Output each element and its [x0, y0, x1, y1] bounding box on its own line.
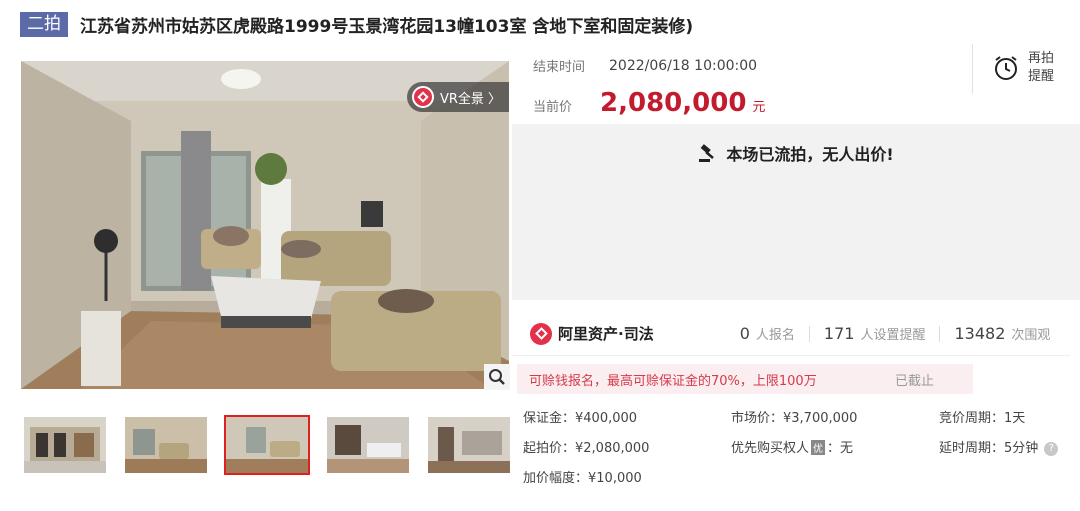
thumbnail-5[interactable]	[426, 415, 512, 475]
registrations-stat: 0 人报名	[740, 324, 795, 343]
thumbnail-2[interactable]	[123, 415, 209, 475]
main-photo[interactable]: VR全景 〉	[21, 61, 509, 389]
vr-logo-icon	[411, 86, 434, 108]
views-stat: 13482 次围观	[954, 324, 1050, 343]
start-price: 起拍价：¥2,080,000	[523, 441, 650, 456]
current-price-unit: 元	[752, 100, 766, 115]
deposit: 保证金：¥400,000	[523, 411, 638, 426]
property-title: 江苏省苏州市姑苏区虎殿路1999号玉景湾花园13幢103室 含地下室和固定装修)	[80, 16, 694, 37]
current-price-row: 当前价 2,080,000 元	[533, 88, 765, 118]
auction-info: 结束时间 2022/06/18 10:00:00 当前价 2,080,000 元…	[512, 44, 1070, 124]
thumbnail-1[interactable]	[22, 415, 108, 475]
platform-name: 阿里资产·司法	[558, 325, 654, 343]
end-time-value: 2022/06/18 10:00:00	[609, 57, 758, 74]
current-price-value: 2,080,000	[600, 88, 747, 118]
magnify-icon[interactable]	[484, 364, 510, 390]
auction-round-badge: 二拍	[20, 11, 68, 37]
thumbnail-3[interactable]	[224, 415, 310, 475]
auction-status: 本场已流拍，无人出价!	[512, 141, 1080, 165]
views-count: 13482	[954, 324, 1006, 343]
reminders-label: 人设置提醒	[860, 328, 926, 343]
reminders-stat: 171 人设置提醒	[824, 324, 926, 343]
registrations-label: 人报名	[755, 328, 795, 343]
status-text: 本场已流拍，无人出价!	[726, 145, 894, 164]
views-label: 次围观	[1011, 328, 1051, 343]
page-title: 二拍 江苏省苏州市姑苏区虎殿路1999号玉景湾花园13幢103室 含地下室和固定…	[20, 10, 693, 38]
divider	[972, 44, 973, 94]
gavel-icon	[699, 144, 715, 162]
stat-divider	[939, 325, 941, 342]
bid-period: 竞价周期：1天	[939, 411, 1026, 426]
remind-label-2: 提醒	[1028, 69, 1055, 84]
registrations-count: 0	[739, 324, 750, 343]
alibaba-asset-icon	[530, 322, 552, 345]
credit-deposit-notice[interactable]: 可赊钱报名，最高可赊保证金的70%，上限100万 已截止	[517, 364, 973, 394]
reminders-count: 171	[823, 324, 855, 343]
remind-text: 再拍 提醒	[1028, 50, 1054, 86]
end-time-label: 结束时间	[533, 60, 586, 75]
end-time-row: 结束时间 2022/06/18 10:00:00	[533, 56, 758, 76]
thumbnail-4[interactable]	[325, 415, 411, 475]
extension-period: 延时周期：5分钟?	[939, 437, 1059, 456]
relist-reminder-button[interactable]: 再拍 提醒	[992, 50, 1054, 86]
notice-status: 已截止	[895, 373, 935, 389]
notice-message: 可赊钱报名，最高可赊保证金的70%，上限100万	[529, 373, 817, 389]
thumbnail-strip	[22, 415, 527, 475]
priority-prefix: 优先购买权人	[731, 441, 810, 456]
extension-period-text: 延时周期：5分钟	[939, 441, 1039, 456]
help-icon[interactable]: ?	[1044, 442, 1059, 456]
priority-suffix: ：无	[827, 441, 854, 456]
vr-label: VR全景 〉	[439, 91, 501, 107]
vr-tour-button[interactable]: VR全景 〉	[406, 82, 509, 112]
priority-buyer: 优先购买权人优：无	[731, 437, 853, 456]
bid-increment: 加价幅度：¥10,000	[523, 471, 642, 486]
current-price-label: 当前价	[533, 100, 573, 115]
alarm-clock-icon	[995, 56, 1017, 80]
auction-status-panel: 本场已流拍，无人出价!	[512, 124, 1080, 300]
priority-badge: 优	[811, 440, 826, 455]
platform-stats: 阿里资产·司法 0 人报名 171 人设置提醒 13482 次围观	[512, 312, 1070, 356]
platform-logo[interactable]: 阿里资产·司法	[530, 322, 654, 345]
stat-divider	[808, 325, 810, 342]
market-price: 市场价：¥3,700,000	[731, 411, 858, 426]
remind-label-1: 再拍	[1028, 51, 1055, 66]
